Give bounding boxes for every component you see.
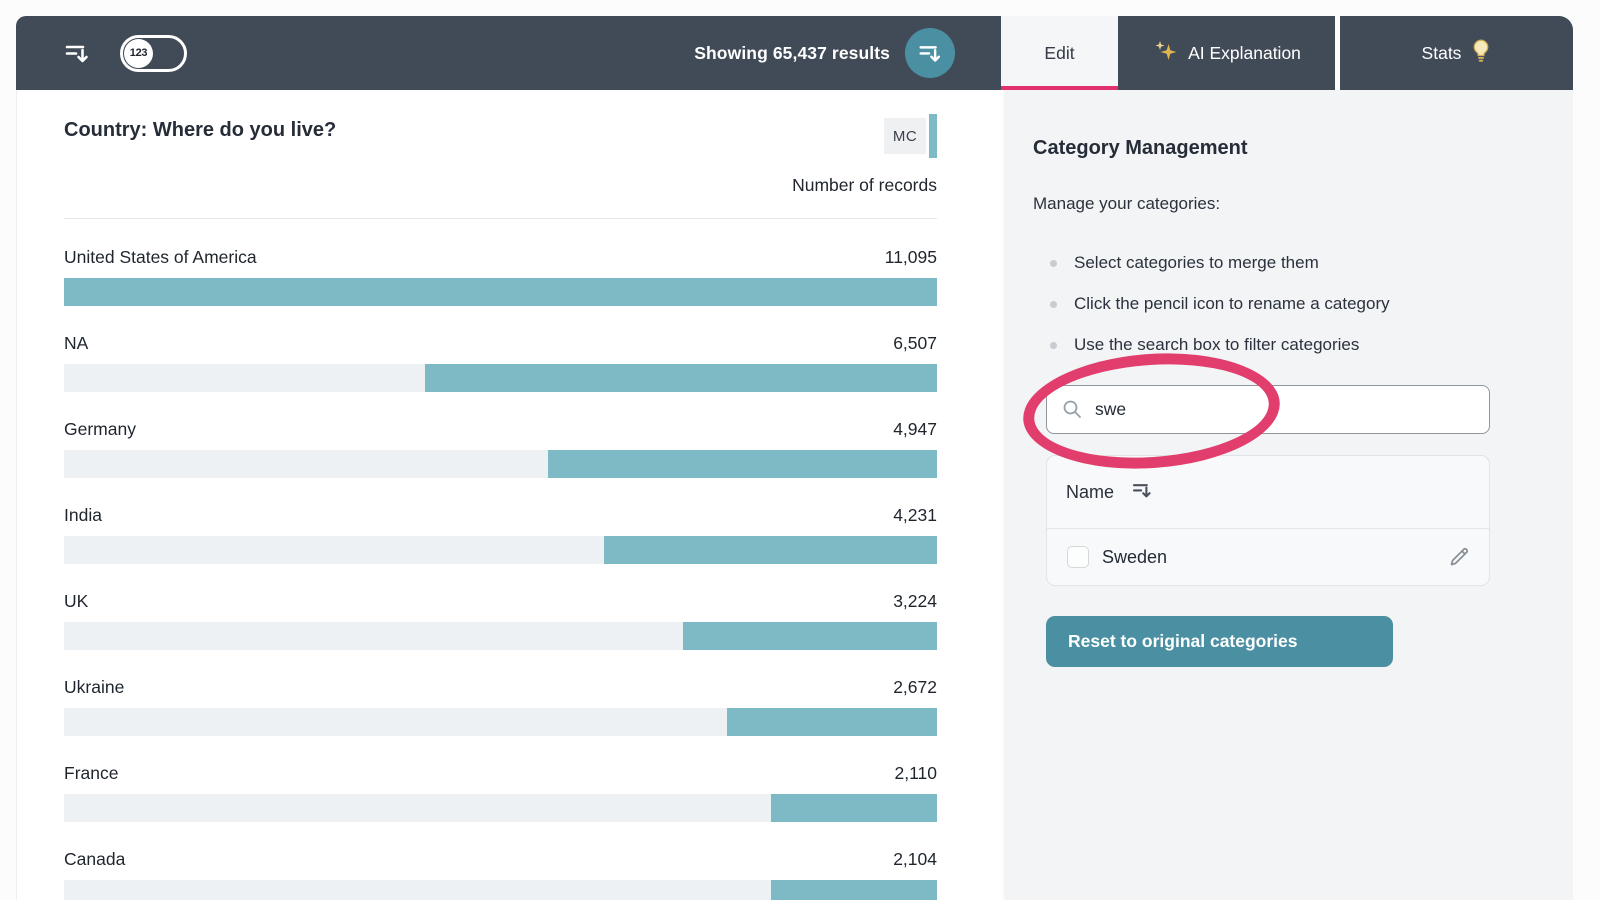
bar-track bbox=[64, 708, 937, 736]
instruction-item: Select categories to merge them bbox=[1033, 251, 1537, 275]
results-group: Showing 65,437 results bbox=[694, 28, 955, 78]
top-bar-main: 123 Showing 65,437 results bbox=[16, 16, 1001, 90]
chart-row: United States of America 11,095 bbox=[64, 245, 937, 306]
bar-fill bbox=[64, 278, 937, 306]
main-area: Country: Where do you live? MC Number of… bbox=[16, 90, 1573, 900]
bar-track bbox=[64, 794, 937, 822]
chart-row: India 4,231 bbox=[64, 503, 937, 564]
reset-categories-button[interactable]: Reset to original categories bbox=[1046, 616, 1393, 667]
question-type-badge: MC bbox=[884, 114, 937, 158]
tab-edit[interactable]: Edit bbox=[1001, 16, 1118, 90]
chart-row: France 2,110 bbox=[64, 761, 937, 822]
results-count-text: Showing 65,437 results bbox=[694, 43, 890, 64]
chart-value: 6,507 bbox=[893, 331, 937, 355]
top-bar: 123 Showing 65,437 results Edit bbox=[16, 16, 1573, 90]
bar-track bbox=[64, 536, 937, 564]
tab-stats[interactable]: Stats bbox=[1340, 16, 1573, 90]
bar-fill bbox=[683, 622, 937, 650]
chart-value: 2,672 bbox=[893, 675, 937, 699]
category-list-card: Name Sweden bbox=[1046, 455, 1490, 586]
chart-value: 2,110 bbox=[895, 761, 938, 785]
sort-name-icon[interactable] bbox=[1130, 478, 1154, 507]
category-name: Sweden bbox=[1102, 547, 1167, 568]
chart-value: 3,224 bbox=[893, 589, 937, 613]
question-type-label: MC bbox=[884, 118, 926, 154]
app-window: 123 Showing 65,437 results Edit bbox=[16, 16, 1573, 900]
chart-title: Country: Where do you live? bbox=[64, 116, 336, 144]
chart-row: Canada 2,104 bbox=[64, 847, 937, 900]
search-input[interactable] bbox=[1046, 385, 1490, 434]
chart-value: 4,231 bbox=[893, 503, 937, 527]
value-column-header: Number of records bbox=[64, 174, 937, 196]
category-search bbox=[1046, 385, 1490, 434]
instruction-item: Use the search box to filter categories bbox=[1033, 333, 1537, 357]
sort-results-button[interactable] bbox=[905, 28, 955, 78]
bar-fill bbox=[548, 450, 937, 478]
chart-category-label: Canada bbox=[64, 847, 125, 871]
chart-row: Germany 4,947 bbox=[64, 417, 937, 478]
chart-area: Country: Where do you live? MC Number of… bbox=[16, 90, 1001, 900]
search-icon bbox=[1061, 398, 1083, 425]
chart-row: UK 3,224 bbox=[64, 589, 937, 650]
category-management-panel: Category Management Manage your categori… bbox=[1004, 90, 1573, 900]
bullet-dot bbox=[1050, 260, 1057, 267]
chart-category-label: UK bbox=[64, 589, 88, 613]
tab-ai-label: AI Explanation bbox=[1188, 43, 1301, 64]
name-column-header: Name bbox=[1066, 482, 1114, 503]
bar-fill bbox=[771, 880, 937, 900]
category-checkbox[interactable] bbox=[1067, 546, 1089, 568]
chart-category-label: NA bbox=[64, 331, 88, 355]
lightbulb-icon bbox=[1471, 38, 1491, 69]
chart-category-label: India bbox=[64, 503, 102, 527]
tab-stats-label: Stats bbox=[1422, 43, 1462, 64]
bar-track bbox=[64, 364, 937, 392]
tab-edit-label: Edit bbox=[1044, 43, 1074, 64]
tab-ai-explanation[interactable]: AI Explanation bbox=[1118, 16, 1335, 90]
panel-title: Category Management bbox=[1033, 134, 1537, 162]
numeric-display-toggle[interactable]: 123 bbox=[120, 35, 187, 72]
bar-track bbox=[64, 450, 937, 478]
bullet-dot bbox=[1050, 301, 1057, 308]
chart-value: 4,947 bbox=[893, 417, 937, 441]
category-list-header: Name bbox=[1047, 456, 1489, 529]
instruction-text: Use the search box to filter categories bbox=[1074, 333, 1359, 357]
chart-category-label: France bbox=[64, 761, 118, 785]
sort-descending-icon[interactable] bbox=[62, 38, 92, 68]
instruction-text: Select categories to merge them bbox=[1074, 251, 1319, 275]
category-row: Sweden bbox=[1047, 529, 1489, 585]
bullet-dot bbox=[1050, 342, 1057, 349]
toggle-knob[interactable]: 123 bbox=[124, 39, 153, 68]
instruction-text: Click the pencil icon to rename a catego… bbox=[1074, 292, 1390, 316]
bar-fill bbox=[771, 794, 937, 822]
chart-value: 11,095 bbox=[885, 245, 937, 269]
chart-row: NA 6,507 bbox=[64, 331, 937, 392]
bar-fill bbox=[604, 536, 937, 564]
instruction-list: Select categories to merge them Click th… bbox=[1033, 251, 1537, 357]
chart-row: Ukraine 2,672 bbox=[64, 675, 937, 736]
chart-rows: United States of America 11,095 NA 6,507… bbox=[64, 245, 937, 900]
chart-value: 2,104 bbox=[893, 847, 937, 871]
chart-category-label: Germany bbox=[64, 417, 136, 441]
chart-divider bbox=[64, 218, 937, 219]
bar-fill bbox=[727, 708, 937, 736]
panel-subtitle: Manage your categories: bbox=[1033, 193, 1537, 215]
bar-track bbox=[64, 622, 937, 650]
sparkles-icon bbox=[1152, 38, 1178, 69]
bar-track bbox=[64, 278, 937, 306]
chart-category-label: Ukraine bbox=[64, 675, 124, 699]
bar-track bbox=[64, 880, 937, 900]
instruction-item: Click the pencil icon to rename a catego… bbox=[1033, 292, 1537, 316]
badge-accent-strip bbox=[929, 114, 937, 158]
chart-category-label: United States of America bbox=[64, 245, 257, 269]
bar-fill bbox=[425, 364, 937, 392]
pencil-icon[interactable] bbox=[1447, 545, 1471, 569]
